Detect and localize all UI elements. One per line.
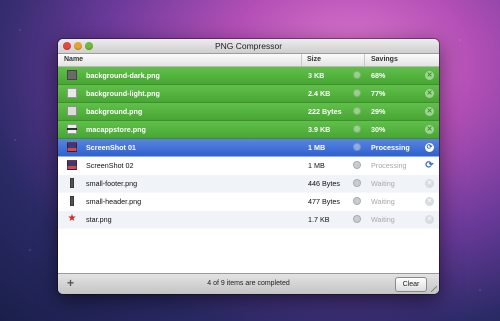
file-savings: 77% [371, 89, 386, 98]
remove-icon[interactable]: ✕ [425, 89, 434, 98]
file-row[interactable]: background.png 222 Bytes 29% ✕ [58, 103, 439, 121]
file-row[interactable]: ScreenShot 02 1 MB Processing ⟳ [58, 157, 439, 175]
file-savings: 29% [371, 107, 386, 116]
file-size: 477 Bytes [308, 197, 340, 206]
file-row[interactable]: background-dark.png 3 KB 68% ✕ [58, 67, 439, 85]
remove-icon[interactable]: ✕ [425, 179, 434, 188]
file-row[interactable]: ★ star.png 1.7 KB Waiting ✕ [58, 211, 439, 229]
file-thumbnail-icon [67, 70, 77, 80]
file-size: 3.9 KB [308, 125, 331, 134]
zoom-window-button[interactable] [85, 42, 93, 50]
close-window-button[interactable] [63, 42, 71, 50]
file-name: ScreenShot 02 [86, 161, 134, 170]
column-header-name[interactable]: Name [64, 56, 83, 63]
file-size: 1 MB [308, 143, 326, 152]
magnifier-icon[interactable] [353, 197, 361, 205]
file-size: 2.4 KB [308, 89, 331, 98]
file-thumbnail-icon [67, 160, 77, 170]
title-bar: PNG Compressor [58, 39, 439, 54]
file-name: ScreenShot 01 [86, 143, 136, 152]
remove-icon[interactable]: ✕ [425, 215, 434, 224]
file-savings: Processing [371, 161, 407, 170]
star-icon: ★ [67, 213, 77, 224]
file-savings: 68% [371, 71, 386, 80]
file-list: background-dark.png 3 KB 68% ✕ backgroun… [58, 67, 439, 247]
file-savings: Waiting [371, 215, 395, 224]
magnifier-icon[interactable] [353, 179, 361, 187]
remove-icon[interactable]: ✕ [425, 125, 434, 134]
app-window: PNG Compressor Name Size Savings backgro… [58, 39, 439, 294]
resize-grip-icon[interactable] [431, 286, 437, 292]
file-size: 222 Bytes [308, 107, 342, 116]
file-thumbnail-icon [67, 88, 77, 98]
file-savings: Processing [371, 143, 410, 152]
file-row-selected[interactable]: ScreenShot 01 1 MB Processing ⟳ [58, 139, 439, 157]
file-name: macappstore.png [86, 125, 146, 134]
sync-icon[interactable]: ⟳ [425, 143, 434, 152]
file-name: background-dark.png [86, 71, 160, 80]
file-size: 1.7 KB [308, 215, 330, 224]
column-header-savings[interactable]: Savings [371, 56, 398, 63]
remove-icon[interactable]: ✕ [425, 197, 434, 206]
file-thumbnail-icon [67, 142, 77, 152]
file-size: 446 Bytes [308, 179, 340, 188]
file-name: background.png [86, 107, 143, 116]
file-size: 3 KB [308, 71, 325, 80]
table-header: Name Size Savings [58, 54, 439, 67]
file-thumbnail-icon [67, 106, 77, 116]
window-title: PNG Compressor [214, 41, 283, 51]
magnifier-icon[interactable] [353, 71, 361, 79]
magnifier-icon[interactable] [353, 89, 361, 97]
file-savings: Waiting [371, 179, 395, 188]
file-name: star.png [86, 215, 112, 224]
file-row[interactable]: background-light.png 2.4 KB 77% ✕ [58, 85, 439, 103]
file-thumbnail-icon [70, 196, 74, 206]
magnifier-icon[interactable] [353, 161, 361, 169]
magnifier-icon[interactable] [353, 125, 361, 133]
file-thumbnail-icon [67, 124, 77, 134]
file-name: background-light.png [86, 89, 160, 98]
file-thumbnail-icon [70, 178, 74, 188]
remove-icon[interactable]: ✕ [425, 71, 434, 80]
file-row[interactable]: small-header.png 477 Bytes Waiting ✕ [58, 193, 439, 211]
file-size: 1 MB [308, 161, 325, 170]
remove-icon[interactable]: ✕ [425, 107, 434, 116]
magnifier-icon[interactable] [353, 215, 361, 223]
file-savings: Waiting [371, 197, 395, 206]
empty-row [58, 229, 439, 247]
file-savings: 30% [371, 125, 386, 134]
magnifier-icon[interactable] [353, 143, 361, 151]
file-name: small-footer.png [86, 179, 138, 188]
file-name: small-header.png [86, 197, 142, 206]
magnifier-icon[interactable] [353, 107, 361, 115]
completion-status: 4 of 9 items are completed [207, 280, 290, 287]
minimize-window-button[interactable] [74, 42, 82, 50]
sync-icon[interactable]: ⟳ [425, 161, 434, 171]
column-header-size[interactable]: Size [307, 56, 321, 63]
file-row[interactable]: macappstore.png 3.9 KB 30% ✕ [58, 121, 439, 139]
file-row[interactable]: small-footer.png 446 Bytes Waiting ✕ [58, 175, 439, 193]
status-bar: + 4 of 9 items are completed Clear [58, 273, 439, 294]
clear-button[interactable]: Clear [395, 277, 427, 292]
